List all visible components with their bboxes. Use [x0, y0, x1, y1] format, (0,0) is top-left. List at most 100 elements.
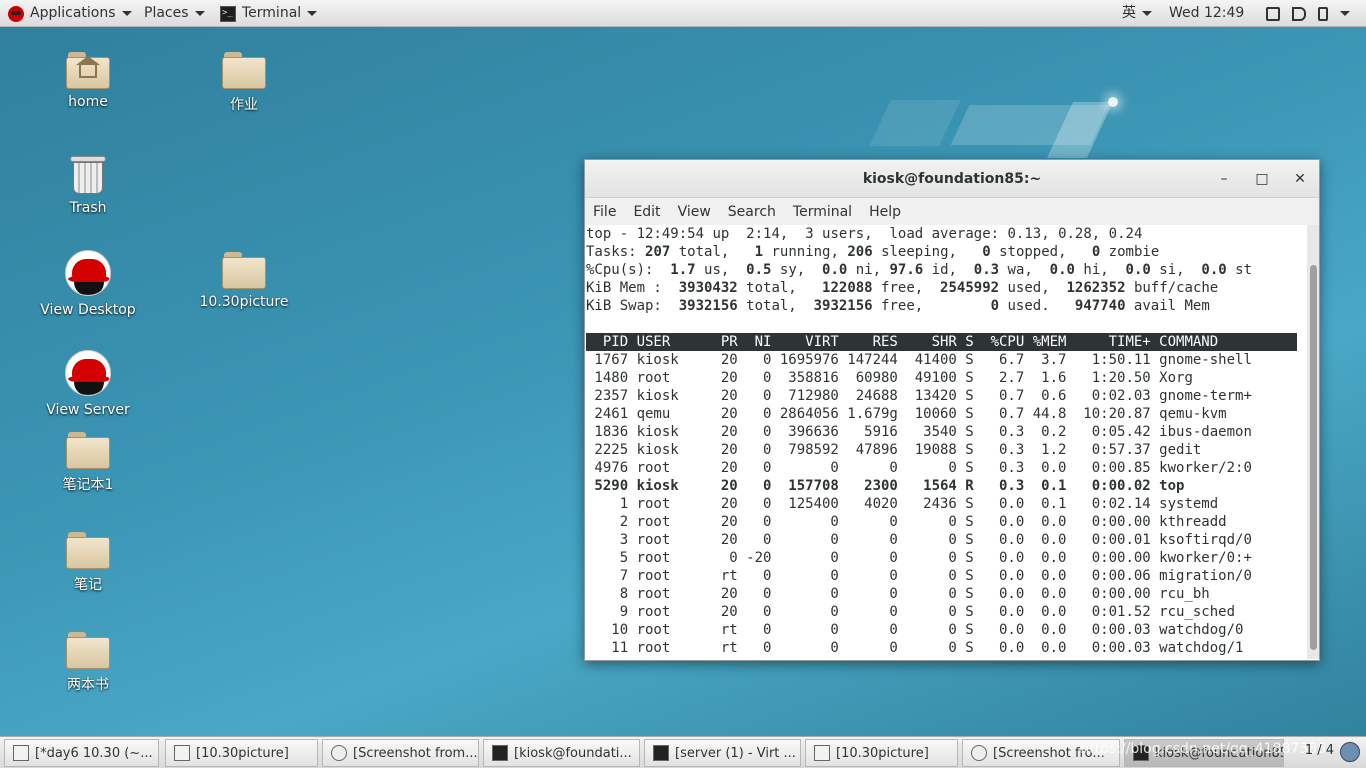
desktop-icon-folder[interactable]: 笔记本1	[33, 432, 143, 494]
maximize-button[interactable]: □	[1252, 169, 1272, 189]
volume-icon	[1292, 6, 1306, 21]
menu-help[interactable]: Help	[869, 204, 901, 220]
terminal-icon	[492, 745, 508, 761]
swap-total: 3932156	[678, 298, 738, 314]
desktop-icon-label: 作业	[230, 97, 258, 113]
clock[interactable]: Wed 12:49	[1169, 0, 1244, 27]
terminal-output[interactable]: top - 12:49:54 up 2:14, 3 users, load av…	[585, 225, 1319, 659]
scrollbar-thumb[interactable]	[1310, 265, 1317, 650]
tasks-stopped: 0	[982, 244, 991, 260]
taskbar-window-button[interactable]: [server (1) - Virt ...	[644, 739, 801, 767]
process-row: 2357 kiosk 20 0 712980 24688 13420 S 0.7…	[586, 388, 1252, 404]
summary-line: KiB Swap: 3932156 total, 3932156 free, 0…	[586, 298, 1210, 314]
input-method-label: 英	[1122, 5, 1136, 21]
scrollbar[interactable]	[1307, 225, 1319, 659]
menu-view[interactable]: View	[678, 204, 711, 220]
places-menu[interactable]: Places	[144, 0, 205, 27]
clock-label: Wed 12:49	[1169, 5, 1245, 21]
process-row: 7 root rt 0 0 0 0 S 0.0 0.0 0:00.06 migr…	[586, 568, 1252, 584]
screen-icon	[1266, 6, 1280, 21]
menu-search[interactable]: Search	[728, 204, 776, 220]
home-folder-icon	[66, 52, 110, 89]
mem-free: 122088	[822, 280, 873, 296]
process-row: 10 root rt 0 0 0 0 S 0.0 0.0 0:00.03 wat…	[586, 622, 1244, 638]
desktop-icon-label: 两本书	[67, 677, 109, 693]
workspace-indicator[interactable]: 1 / 4	[1305, 743, 1334, 758]
taskbar-window-label: [kiosk@foundati...	[514, 745, 632, 761]
cpu-id: 97.6	[889, 262, 924, 278]
menu-file[interactable]: File	[593, 204, 616, 220]
desktop-icon-label: 10.30picture	[199, 294, 289, 310]
terminal-app-menu[interactable]: >_ Terminal	[220, 0, 318, 27]
system-status-menu[interactable]	[1266, 0, 1350, 27]
process-row: 8 root 20 0 0 0 0 S 0.0 0.0 0:00.00 rcu_…	[586, 586, 1210, 602]
process-row: 4976 root 20 0 0 0 0 S 0.3 0.0 0:00.85 k…	[586, 460, 1252, 476]
summary-line: top - 12:49:54 up 2:14, 3 users, load av…	[586, 226, 1143, 242]
clock-value: 12:49:54	[636, 226, 705, 242]
cpu-us: 1.7	[670, 262, 696, 278]
taskbar-window-button[interactable]: [Screenshot from...	[322, 739, 479, 767]
desktop-icon-folder[interactable]: 笔记	[33, 532, 143, 594]
taskbar-window-button[interactable]: [*day6 10.30 (~...	[4, 739, 159, 767]
process-row: 9 root 20 0 0 0 0 S 0.0 0.0 0:01.52 rcu_…	[586, 604, 1236, 620]
taskbar-window-label: [10.30picture]	[196, 745, 289, 761]
document-icon	[814, 745, 830, 761]
desktop-icon-label: View Server	[46, 402, 130, 418]
desktop-icon-folder[interactable]: 两本书	[33, 632, 143, 694]
chevron-down-icon	[194, 11, 205, 16]
desktop-icon-view-desktop[interactable]: View Desktop	[33, 250, 143, 318]
process-row: 2461 qemu 20 0 2864056 1.679g 10060 S 0.…	[586, 406, 1227, 422]
process-row: 5290 kiosk 20 0 157708 2300 1564 R 0.3 0…	[586, 478, 1185, 494]
input-method-menu[interactable]: 英	[1122, 0, 1152, 27]
notification-icon[interactable]	[1340, 742, 1360, 762]
menu-edit[interactable]: Edit	[633, 204, 660, 220]
desktop-icon-folder[interactable]: 作业	[189, 52, 299, 114]
cpu-sy: 0.5	[746, 262, 772, 278]
taskbar-window-button[interactable]: [10.30picture]	[805, 739, 958, 767]
summary-line: %Cpu(s): 1.7 us, 0.5 sy, 0.0 ni, 97.6 id…	[586, 262, 1253, 278]
folder-icon	[222, 52, 266, 89]
terminal-window[interactable]: kiosk@foundation85:~ – □ ✕ File Edit Vie…	[584, 159, 1320, 661]
desktop-icon-home[interactable]: home	[33, 52, 143, 110]
chevron-down-icon	[1142, 11, 1152, 16]
wallpaper-streak	[869, 100, 961, 146]
desktop-icon-folder[interactable]: 10.30picture	[189, 252, 299, 310]
users-value: 3	[805, 226, 814, 242]
redhat-logo-icon	[65, 250, 111, 296]
desktop-icon-view-server[interactable]: View Server	[33, 350, 143, 418]
minimize-button[interactable]: –	[1214, 169, 1234, 189]
desktop-icon-label: Trash	[69, 200, 107, 216]
wallpaper-light	[1108, 97, 1118, 107]
close-button[interactable]: ✕	[1290, 169, 1310, 189]
taskbar-window-button[interactable]: [kiosk@foundati...	[483, 739, 640, 767]
menu-terminal[interactable]: Terminal	[793, 204, 852, 220]
process-row: 5 root 0 -20 0 0 0 S 0.0 0.0 0:00.00 kwo…	[586, 550, 1252, 566]
desktop-icon-trash[interactable]: Trash	[33, 152, 143, 216]
process-row: 3 root 20 0 0 0 0 S 0.0 0.0 0:00.01 ksof…	[586, 532, 1252, 548]
swap-avail: 947740	[1074, 298, 1126, 314]
terminal-icon	[653, 745, 669, 761]
process-row: 1 root 20 0 125400 4020 2436 S 0.0 0.1 0…	[586, 496, 1219, 512]
process-row: 1767 kiosk 20 0 1695976 147244 41400 S 6…	[586, 352, 1252, 368]
terminal-app-label: Terminal	[242, 5, 302, 21]
taskbar-window-label: [10.30picture]	[836, 745, 929, 761]
swap-used: 0	[990, 298, 1000, 314]
desktop-icon-label: home	[68, 94, 108, 110]
summary-line: KiB Mem : 3930432 total, 122088 free, 25…	[586, 280, 1219, 296]
tasks-running: 1	[754, 244, 764, 260]
trash-icon	[70, 152, 106, 194]
taskbar-window-button[interactable]: [10.30picture]	[165, 739, 318, 767]
desktop-icon-label: View Desktop	[40, 302, 136, 318]
mem-total: 3930432	[678, 280, 738, 296]
desktop-icon-label: 笔记	[74, 577, 102, 593]
places-label: Places	[144, 5, 189, 21]
chevron-down-icon	[307, 11, 318, 16]
terminal-icon: >_	[220, 5, 236, 22]
process-table-header: PID USER PR NI VIRT RES SHR S %CPU %MEM …	[586, 333, 1297, 351]
applications-label: Applications	[30, 5, 116, 21]
menu-bar: File Edit View Search Terminal Help	[585, 198, 1319, 225]
top-panel: Applications Places >_ Terminal 英 Wed 12…	[0, 0, 1366, 27]
window-titlebar[interactable]: kiosk@foundation85:~ – □ ✕	[585, 160, 1319, 198]
applications-menu[interactable]: Applications	[8, 0, 132, 27]
folder-icon	[66, 532, 110, 569]
